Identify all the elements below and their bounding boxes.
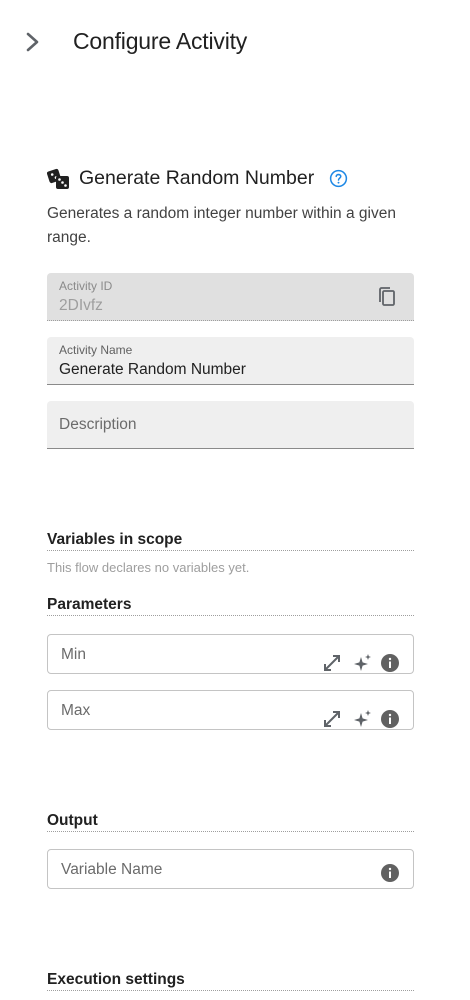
- parameters-section-title: Parameters: [47, 596, 414, 616]
- activity-id-label: Activity ID: [59, 279, 113, 293]
- page-title: Configure Activity: [73, 28, 248, 54]
- sparkle-icon[interactable]: [353, 709, 373, 729]
- variables-hint: This flow declares no variables yet.: [47, 560, 250, 575]
- execution-section-title: Execution settings: [47, 971, 414, 991]
- sparkle-icon[interactable]: [353, 653, 373, 673]
- help-circle-icon[interactable]: [329, 169, 348, 188]
- activity-name-label: Activity Name: [59, 343, 133, 357]
- activity-id-field: Activity ID 2DIvfz: [47, 273, 414, 321]
- info-icon[interactable]: [380, 709, 400, 729]
- info-icon[interactable]: [380, 863, 400, 883]
- copy-icon[interactable]: [377, 286, 397, 308]
- expand-icon[interactable]: [322, 709, 342, 729]
- output-section-title: Output: [47, 812, 414, 832]
- description-input[interactable]: Description: [59, 416, 137, 434]
- output-variable-field[interactable]: Variable Name: [47, 849, 414, 889]
- activity-description: Generates a random integer number within…: [47, 205, 396, 246]
- activity-name-input[interactable]: Generate Random Number: [59, 361, 246, 379]
- activity-heading: Generate Random Number: [47, 166, 417, 192]
- param-min-input[interactable]: Min: [61, 646, 86, 664]
- activity-id-value: 2DIvfz: [59, 297, 103, 314]
- param-max-field[interactable]: Max: [47, 690, 414, 730]
- description-field[interactable]: Description: [47, 401, 414, 449]
- expand-icon[interactable]: [322, 653, 342, 673]
- activity-name-field[interactable]: Activity Name Generate Random Number: [47, 337, 414, 385]
- header: Configure Activity: [0, 0, 470, 84]
- variables-section-title: Variables in scope: [47, 531, 414, 551]
- output-variable-input[interactable]: Variable Name: [61, 861, 162, 879]
- param-min-field[interactable]: Min: [47, 634, 414, 674]
- info-icon[interactable]: [380, 653, 400, 673]
- activity-title: Generate Random Number: [79, 167, 315, 189]
- chevron-right-icon[interactable]: [22, 30, 44, 54]
- dice-icon: [47, 168, 69, 189]
- param-max-input[interactable]: Max: [61, 702, 90, 720]
